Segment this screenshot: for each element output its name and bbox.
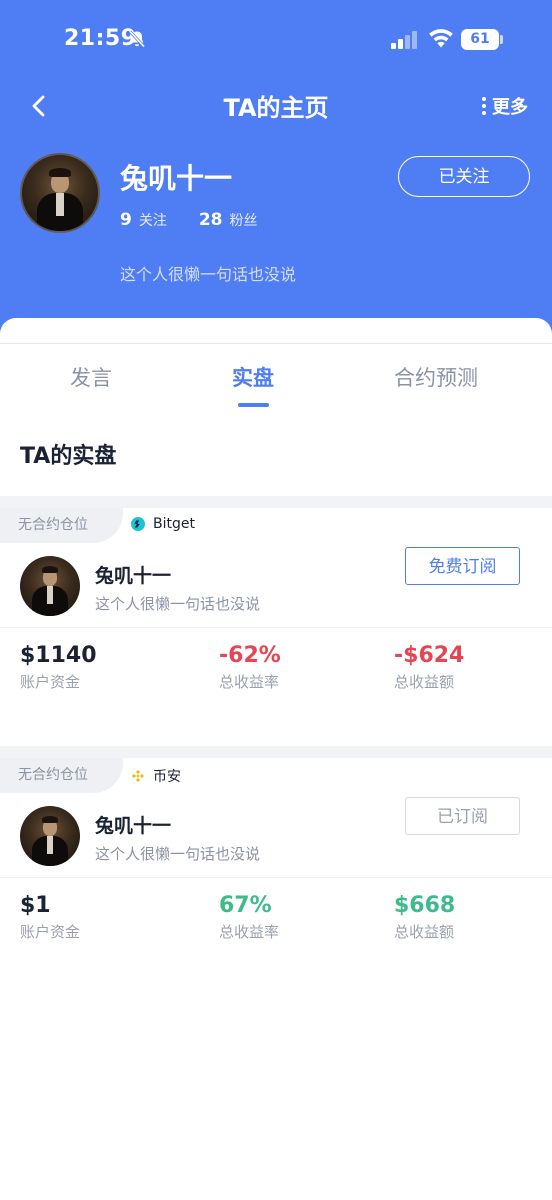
section-divider	[0, 496, 552, 508]
card-divider	[0, 877, 552, 878]
section-divider	[0, 746, 552, 758]
metric-label: 总收益率	[219, 673, 280, 691]
metric-total-return-amount: -$624 总收益额	[394, 643, 464, 692]
more-button[interactable]: 更多	[480, 93, 528, 119]
trader-name: 兔叽十一	[95, 565, 172, 587]
position-tag: 无合约仓位	[0, 508, 123, 543]
metric-label: 总收益率	[219, 923, 280, 941]
metric-value: $1140	[20, 643, 97, 668]
trader-avatar[interactable]	[20, 806, 80, 866]
tab-bar-top-divider	[0, 343, 552, 344]
metric-value: -62%	[219, 643, 281, 668]
profile-avatar[interactable]	[20, 153, 100, 233]
metric-label: 总收益额	[394, 673, 455, 691]
trading-card[interactable]: 无合约仓位 Bitget 兔叽十一 这个人很懒一句话也没说 免费订阅 $1140…	[0, 508, 552, 708]
trader-bio: 这个人很懒一句话也没说	[95, 845, 261, 863]
bell-muted-icon	[128, 30, 146, 48]
tab-posts[interactable]: 发言	[70, 362, 112, 392]
status-bar: 21:59 61	[0, 0, 552, 80]
metric-value: $668	[394, 893, 456, 918]
subscribed-button[interactable]: 已订阅	[405, 797, 520, 835]
active-tab-indicator	[238, 403, 269, 407]
metric-total-return-amount: $668 总收益额	[394, 893, 455, 942]
metric-value: 67%	[219, 893, 272, 918]
metric-label: 总收益额	[394, 923, 455, 941]
binance-logo-icon	[132, 770, 144, 782]
exchange-info: 币安	[131, 766, 181, 786]
following-label[interactable]: 关注	[139, 210, 167, 230]
subscribe-button[interactable]: 免费订阅	[405, 547, 520, 585]
following-count[interactable]: 9	[120, 210, 132, 230]
cellular-signal-icon	[391, 31, 417, 49]
metric-total-return-rate: -62% 总收益率	[219, 643, 281, 692]
metric-value: $1	[20, 893, 51, 918]
wifi-icon	[429, 29, 453, 48]
exchange-info: Bitget	[131, 516, 195, 532]
trader-name: 兔叽十一	[95, 815, 172, 837]
position-tag: 无合约仓位	[0, 758, 123, 793]
followers-count[interactable]: 28	[199, 210, 223, 230]
exchange-name: Bitget	[153, 516, 195, 532]
metric-account-funds: $1 账户资金	[20, 893, 80, 942]
bitget-logo-icon	[131, 517, 145, 531]
exchange-name: 币安	[153, 769, 181, 785]
metric-value: -$624	[394, 643, 465, 668]
profile-bio: 这个人很懒一句话也没说	[120, 265, 297, 284]
follow-button[interactable]: 已关注	[398, 156, 530, 197]
card-divider	[0, 627, 552, 628]
profile-stats: 9 关注 28 粉丝	[120, 210, 258, 230]
section-title: TA的实盘	[20, 444, 117, 469]
metric-label: 账户资金	[20, 673, 81, 691]
trading-card[interactable]: 无合约仓位 币安 兔叽十一 这个人很懒一句话也没说 已订阅 $1 账户资金 67…	[0, 758, 552, 958]
battery-indicator: 61	[461, 29, 499, 50]
trader-avatar[interactable]	[20, 556, 80, 616]
metric-label: 账户资金	[20, 923, 81, 941]
trader-bio: 这个人很懒一句话也没说	[95, 595, 261, 613]
followers-label[interactable]: 粉丝	[230, 210, 258, 230]
tab-contract-prediction[interactable]: 合约预测	[394, 362, 478, 392]
metric-total-return-rate: 67% 总收益率	[219, 893, 279, 942]
page-title: TA的主页	[223, 94, 329, 122]
tab-live-trading[interactable]: 实盘	[232, 362, 274, 392]
battery-cap	[500, 35, 503, 44]
more-label: 更多	[492, 97, 528, 118]
profile-name: 兔叽十一	[120, 162, 233, 195]
metric-account-funds: $1140 账户资金	[20, 643, 97, 692]
vertical-dots-icon	[480, 95, 488, 117]
status-time: 21:59	[64, 26, 137, 51]
